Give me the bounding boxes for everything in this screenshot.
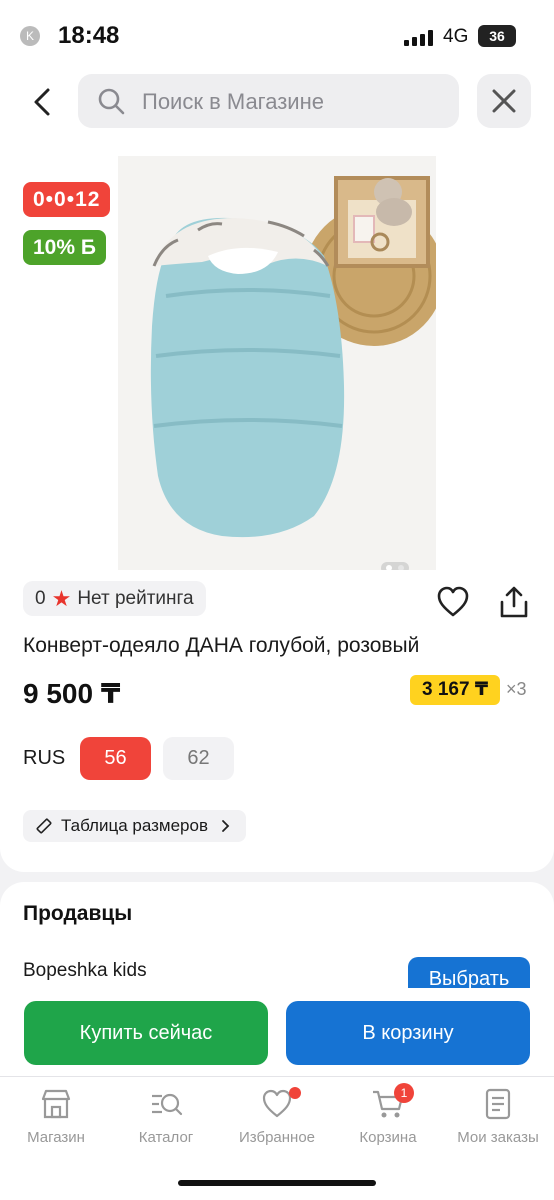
sellers-heading: Продавцы — [23, 902, 133, 925]
size-option[interactable]: 62 — [163, 737, 234, 780]
tab-label: Корзина — [359, 1129, 417, 1146]
heart-icon — [437, 586, 469, 617]
add-to-cart-button[interactable]: В корзину — [286, 1001, 530, 1065]
credit-months: ×3 — [506, 679, 527, 699]
tab-label: Мои заказы — [457, 1129, 539, 1146]
home-indicator[interactable] — [178, 1180, 376, 1186]
product-title: Конверт-одеяло ДАНА голубой, розовый — [23, 634, 420, 657]
rating-text: Нет рейтинга — [77, 587, 194, 609]
battery-icon: 36 — [478, 25, 516, 47]
ruler-icon — [36, 818, 52, 834]
size-option-selected[interactable]: 56 — [80, 737, 151, 780]
favorites-dot — [289, 1087, 301, 1099]
tab-cart[interactable]: 1 Корзина — [338, 1083, 438, 1146]
tab-label: Каталог — [138, 1129, 194, 1146]
store-icon — [41, 1089, 71, 1119]
orders-icon — [485, 1088, 511, 1120]
close-button[interactable] — [477, 74, 531, 128]
app-mark-icon: K — [20, 26, 40, 46]
photo-pagination — [381, 562, 409, 570]
tab-catalog[interactable]: Каталог — [116, 1087, 216, 1146]
signal-icon — [404, 30, 434, 46]
share-button[interactable] — [496, 584, 532, 620]
catalog-icon — [152, 1093, 183, 1116]
search-icon — [98, 88, 125, 115]
size-system-label: RUS — [23, 747, 66, 769]
product-price: 9 500 ₸ — [23, 678, 121, 709]
product-card: 0•0•12 10% Б 0 ★ Нет рейтинга Конверт-од… — [0, 134, 554, 872]
star-icon: ★ — [51, 585, 72, 611]
tab-label: Магазин — [27, 1129, 85, 1146]
back-button[interactable] — [22, 82, 62, 122]
product-image — [118, 156, 436, 570]
seller-name[interactable]: Bopeshka kids — [23, 960, 147, 982]
credit-price-badge[interactable]: 3 167 ₸ — [410, 675, 501, 705]
bonus-badge: 10% Б — [23, 230, 106, 265]
timer-badge: 0•0•12 — [23, 182, 111, 217]
close-icon — [492, 89, 516, 113]
cart-count-badge: 1 — [394, 1083, 414, 1103]
tab-label: Избранное — [238, 1129, 316, 1146]
product-photo[interactable] — [118, 156, 436, 570]
chevron-right-icon — [222, 820, 230, 832]
share-icon — [500, 586, 528, 618]
search-placeholder: Поиск в Магазине — [142, 89, 324, 114]
tab-orders[interactable]: Мои заказы — [448, 1087, 548, 1146]
rating-value: 0 — [35, 587, 46, 609]
size-table-link[interactable]: Таблица размеров — [23, 810, 246, 842]
header: Поиск в Магазине — [0, 70, 554, 134]
tab-favorites[interactable]: Избранное — [227, 1087, 327, 1146]
favorite-button[interactable] — [435, 584, 471, 620]
action-bar: Купить сейчас В корзину — [0, 988, 554, 1080]
search-input[interactable]: Поиск в Магазине — [78, 74, 459, 128]
status-bar: K 18:48 4G 36 — [0, 0, 554, 70]
buy-now-button[interactable]: Купить сейчас — [24, 1001, 268, 1065]
chevron-left-icon — [34, 88, 50, 116]
tab-store[interactable]: Магазин — [6, 1087, 106, 1146]
rating-badge[interactable]: 0 ★ Нет рейтинга — [23, 581, 206, 616]
status-time: 18:48 — [58, 22, 120, 49]
network-type: 4G — [443, 26, 469, 47]
size-table-label: Таблица размеров — [61, 816, 208, 835]
